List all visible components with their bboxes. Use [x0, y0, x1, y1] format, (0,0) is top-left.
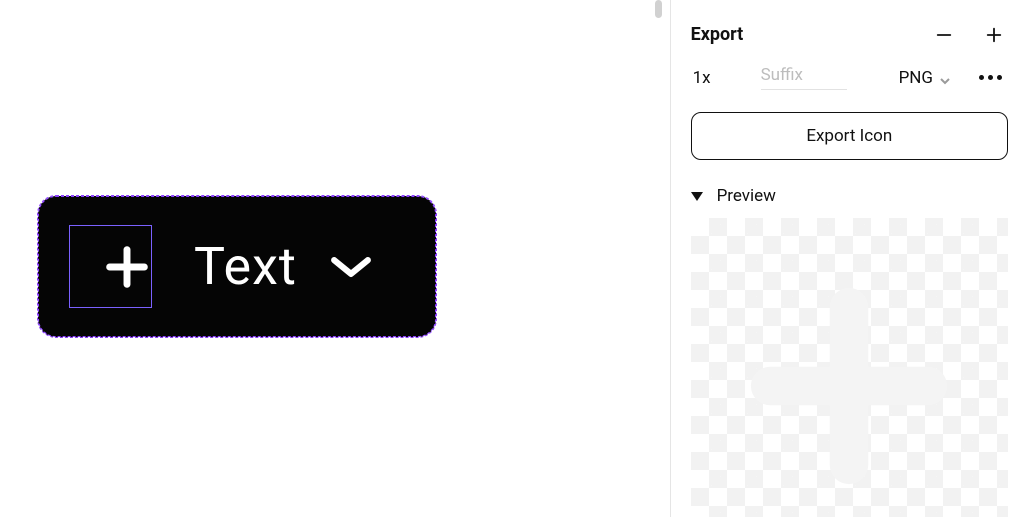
chevron-down-icon[interactable]: [323, 239, 379, 295]
export-button[interactable]: Export Icon: [691, 112, 1008, 160]
preview-toggle[interactable]: Preview: [691, 186, 1012, 206]
export-suffix-input[interactable]: Suffix: [761, 65, 847, 90]
triangle-down-icon: [691, 192, 703, 201]
add-export-button[interactable]: [984, 25, 1004, 45]
plus-icon: [739, 276, 959, 500]
design-canvas[interactable]: Text: [0, 0, 670, 517]
export-panel-title: Export: [691, 24, 744, 45]
export-format-select[interactable]: PNG: [899, 68, 951, 88]
export-format-value: PNG: [899, 68, 933, 88]
component-text-label[interactable]: Text: [194, 236, 297, 297]
export-preview-area: [691, 218, 1008, 517]
export-button-label: Export Icon: [806, 126, 892, 146]
selection-box: [69, 225, 152, 308]
preview-label: Preview: [717, 186, 776, 206]
export-settings-row: 1x Suffix PNG: [691, 65, 1012, 90]
selected-component-frame[interactable]: Text: [38, 196, 436, 337]
export-panel-header: Export: [691, 24, 1012, 45]
remove-export-button[interactable]: [934, 25, 954, 45]
scrollbar-thumb[interactable]: [655, 0, 662, 18]
export-scale-select[interactable]: 1x: [693, 68, 733, 88]
export-more-options-button[interactable]: [979, 75, 1002, 80]
chevron-down-icon: [939, 72, 951, 84]
export-panel: Export 1x Suffix PNG Export Icon Preview: [671, 0, 1024, 517]
